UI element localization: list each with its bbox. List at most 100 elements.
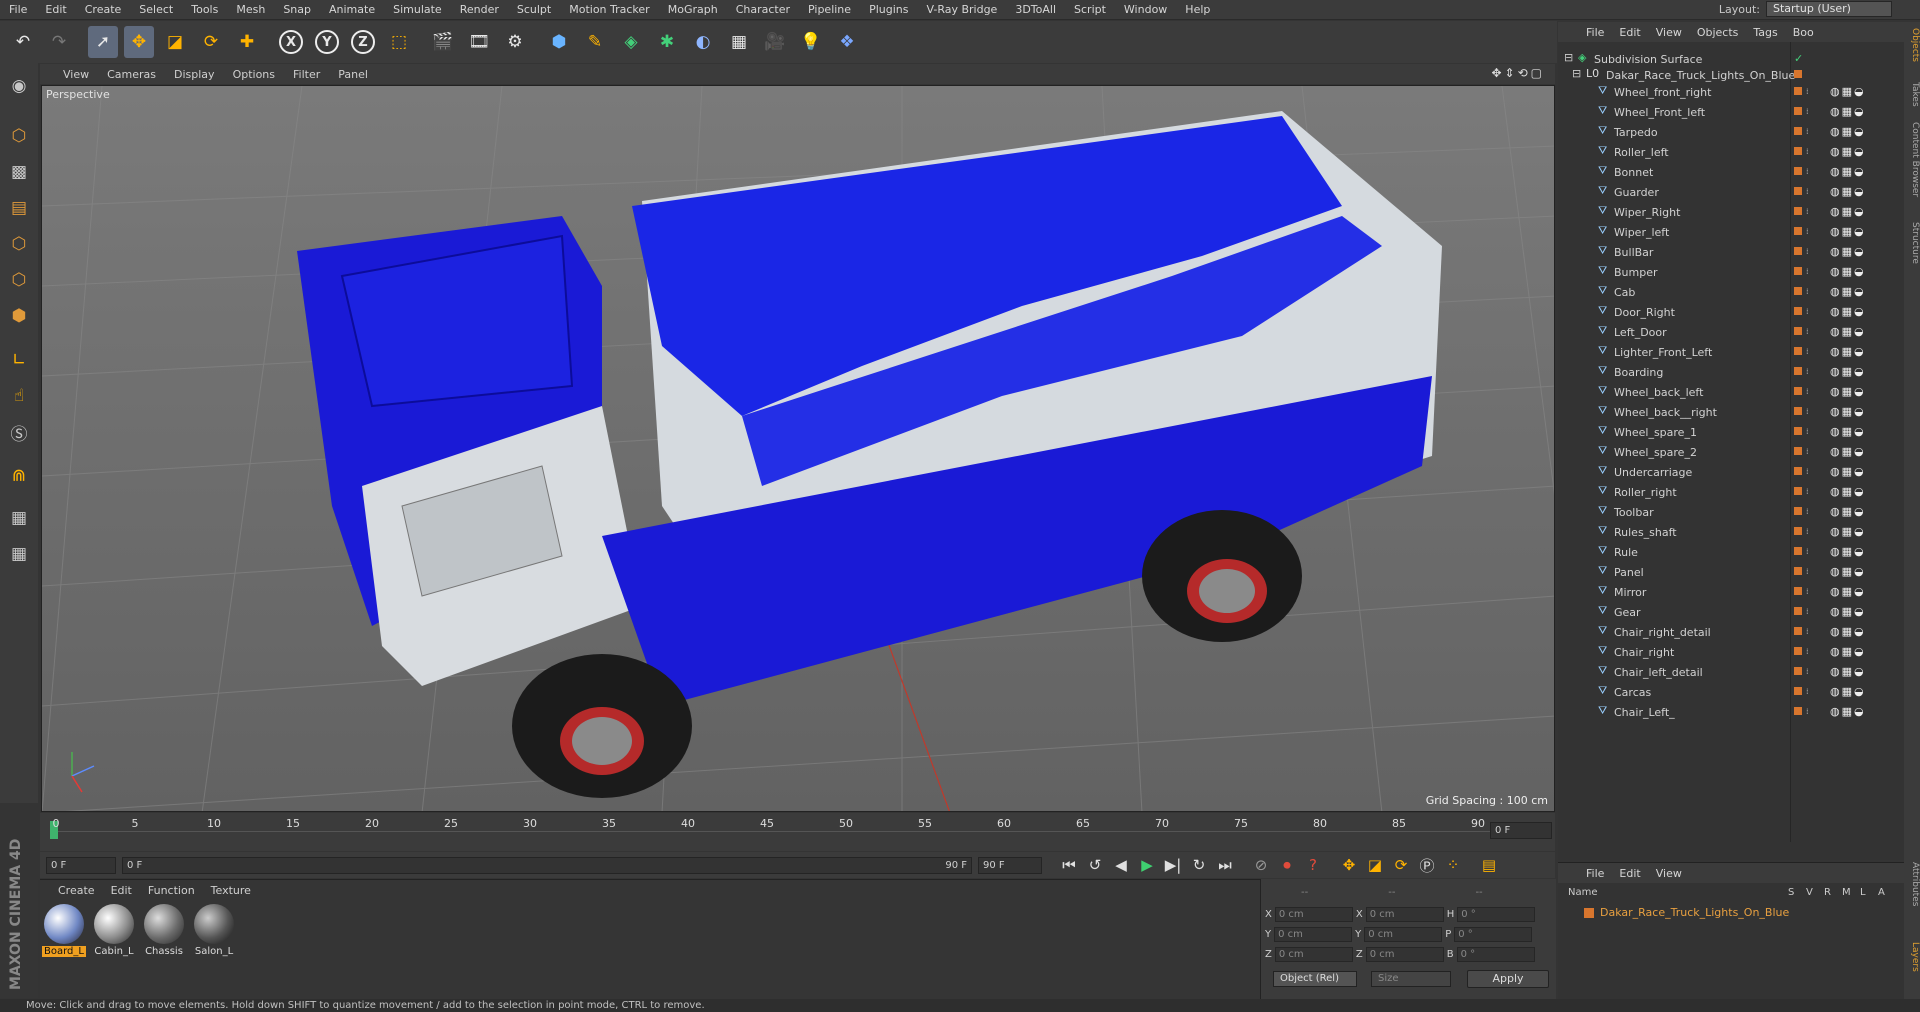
deformer-icon[interactable]: ◐ xyxy=(688,26,718,58)
next-key-icon[interactable]: ↻ xyxy=(1186,853,1212,877)
layout-dropdown[interactable]: Startup (User) xyxy=(1766,1,1892,17)
visibility-dots-icon[interactable]: ⁞ xyxy=(1806,227,1809,236)
object-row[interactable]: ⛛ Toolbar ⁞ ◍▦◒ xyxy=(1558,502,1904,522)
object-row[interactable]: ⛛ Bumper ⁞ ◍▦◒ xyxy=(1558,262,1904,282)
visibility-dots-icon[interactable]: ⁞ xyxy=(1806,187,1809,196)
make-editable-icon[interactable]: ◉ xyxy=(4,71,34,101)
material-tags-icon[interactable]: ◍▦◒ xyxy=(1830,105,1888,119)
object-row[interactable]: ⛛ Roller_right ⁞ ◍▦◒ xyxy=(1558,482,1904,502)
cloner-icon[interactable]: ✱ xyxy=(652,26,682,58)
x-axis-lock-button[interactable]: X xyxy=(276,26,306,58)
menu-item-edit[interactable]: Edit xyxy=(36,3,75,16)
visibility-dots-icon[interactable]: ⁞ xyxy=(1806,87,1809,96)
timeline[interactable]: 0 5 10 15 20 25 30 35 40 45 50 55 60 65 70 75 80 85 90 xyxy=(40,813,1555,851)
render-settings-icon[interactable]: ⚙ xyxy=(500,26,530,58)
layer-color-icon[interactable] xyxy=(1794,427,1802,435)
material-tags-icon[interactable]: ◍▦◒ xyxy=(1830,385,1888,399)
material-menu-texture[interactable]: Texture xyxy=(211,884,251,897)
layer-color-icon[interactable] xyxy=(1584,908,1594,918)
object-row[interactable]: ⛛ Cab ⁞ ◍▦◒ xyxy=(1558,282,1904,302)
material-tags-icon[interactable]: ◍▦◒ xyxy=(1830,425,1888,439)
menu-item-tools[interactable]: Tools xyxy=(182,3,227,16)
material-tags-icon[interactable]: ◍▦◒ xyxy=(1830,685,1888,699)
visibility-dots-icon[interactable]: ⁞ xyxy=(1806,447,1809,456)
object-row[interactable]: ⛛ Chair_right_detail ⁞ ◍▦◒ xyxy=(1558,622,1904,642)
tab-layers[interactable]: Layers xyxy=(1904,942,1920,972)
layer-color-icon[interactable] xyxy=(1794,407,1802,415)
size-y-field[interactable]: 0 cm xyxy=(1364,927,1443,942)
layer-color-icon[interactable] xyxy=(1794,467,1802,475)
objects-menu-view[interactable]: View xyxy=(1656,26,1682,39)
floor-icon[interactable]: ▦ xyxy=(724,26,754,58)
points-mode-icon[interactable]: ⬡ xyxy=(4,229,34,259)
layer-color-icon[interactable] xyxy=(1794,387,1802,395)
object-row[interactable]: ⛛ Wheel_spare_2 ⁞ ◍▦◒ xyxy=(1558,442,1904,462)
layers-menu-view[interactable]: View xyxy=(1656,867,1682,880)
autokey-icon[interactable]: ⏺ xyxy=(1274,853,1300,877)
layer-color-icon[interactable] xyxy=(1794,247,1802,255)
object-row[interactable]: ⛛ Door_Right ⁞ ◍▦◒ xyxy=(1558,302,1904,322)
visibility-dots-icon[interactable]: ⁞ xyxy=(1806,487,1809,496)
material-tags-icon[interactable]: ◍▦◒ xyxy=(1830,505,1888,519)
menu-item-select[interactable]: Select xyxy=(130,3,182,16)
layer-color-icon[interactable] xyxy=(1794,547,1802,555)
visibility-dots-icon[interactable]: ⁞ xyxy=(1806,567,1809,576)
object-row[interactable]: ⛛ Boarding ⁞ ◍▦◒ xyxy=(1558,362,1904,382)
menu-item-plugins[interactable]: Plugins xyxy=(860,3,917,16)
size-z-field[interactable]: 0 cm xyxy=(1365,947,1444,962)
layer-color-icon[interactable] xyxy=(1794,667,1802,675)
rotation-key-icon[interactable]: ⟳ xyxy=(1388,853,1414,877)
visibility-dots-icon[interactable]: ⁞ xyxy=(1806,307,1809,316)
object-row[interactable]: ⛛ Chair_left_detail ⁞ ◍▦◒ xyxy=(1558,662,1904,682)
layer-color-icon[interactable] xyxy=(1794,307,1802,315)
object-row[interactable]: ⛛ Wheel_spare_1 ⁞ ◍▦◒ xyxy=(1558,422,1904,442)
object-row[interactable]: ⛛ Wheel_back_left ⁞ ◍▦◒ xyxy=(1558,382,1904,402)
object-row[interactable]: ⛛ Roller_left ⁞ ◍▦◒ xyxy=(1558,142,1904,162)
object-row[interactable]: ⛛ Rule ⁞ ◍▦◒ xyxy=(1558,542,1904,562)
layer-color-icon[interactable] xyxy=(1794,567,1802,575)
viewport-menu-options[interactable]: Options xyxy=(224,68,284,81)
menu-item-3dtoall[interactable]: 3DToAll xyxy=(1006,3,1065,16)
menu-item-motion-tracker[interactable]: Motion Tracker xyxy=(560,3,658,16)
next-frame-icon[interactable]: ▶| xyxy=(1160,853,1186,877)
polygons-mode-icon[interactable]: ⬢ xyxy=(4,301,34,331)
rotate-tool-icon[interactable]: ⟳ xyxy=(196,26,226,58)
viewport-menu-view[interactable]: View xyxy=(54,68,98,81)
coordinate-mode-dropdown[interactable]: Object (Rel) xyxy=(1273,971,1357,987)
go-to-start-icon[interactable]: ⏮ xyxy=(1056,853,1082,877)
visibility-dots-icon[interactable]: ⁞ xyxy=(1806,387,1809,396)
menu-item-file[interactable]: File xyxy=(0,3,36,16)
point-level-icon[interactable]: ⁘ xyxy=(1440,853,1466,877)
layer-color-icon[interactable] xyxy=(1794,367,1802,375)
material-tags-icon[interactable]: ◍▦◒ xyxy=(1830,265,1888,279)
object-row[interactable]: ⛛ Wiper_Right ⁞ ◍▦◒ xyxy=(1558,202,1904,222)
render-picture-viewer-icon[interactable]: 🎞 xyxy=(464,26,494,58)
menu-item-mograph[interactable]: MoGraph xyxy=(659,3,727,16)
model-mode-icon[interactable]: ⬡ xyxy=(4,121,34,151)
visibility-dots-icon[interactable]: ⁞ xyxy=(1806,347,1809,356)
object-row[interactable]: ⛛ Left_Door ⁞ ◍▦◒ xyxy=(1558,322,1904,342)
menu-item-sculpt[interactable]: Sculpt xyxy=(508,3,560,16)
visibility-dots-icon[interactable]: ⁞ xyxy=(1806,247,1809,256)
visibility-dots-icon[interactable]: ⁞ xyxy=(1806,107,1809,116)
timeline-window-icon[interactable]: ▤ xyxy=(1476,853,1502,877)
layers-menu-file[interactable]: File xyxy=(1586,867,1604,880)
rotation-p-field[interactable]: 0 ° xyxy=(1454,927,1533,942)
visibility-dots-icon[interactable]: ⁞ xyxy=(1806,467,1809,476)
material-tags-icon[interactable]: ◍▦◒ xyxy=(1830,625,1888,639)
material-tags-icon[interactable]: ◍▦◒ xyxy=(1830,485,1888,499)
material-tags-icon[interactable]: ◍▦◒ xyxy=(1830,305,1888,319)
viewport-navigation-icons[interactable]: ✥⇕⟲▢ xyxy=(1491,66,1545,80)
material-tags-icon[interactable]: ◍▦◒ xyxy=(1830,125,1888,139)
tab-attributes[interactable]: Attributes xyxy=(1904,862,1920,906)
objects-menu-file[interactable]: File xyxy=(1586,26,1604,39)
visibility-dots-icon[interactable]: ⁞ xyxy=(1806,267,1809,276)
material-tags-icon[interactable]: ◍▦◒ xyxy=(1830,145,1888,159)
material-swatch[interactable]: Board_L xyxy=(42,904,86,957)
viewport-menu-display[interactable]: Display xyxy=(165,68,224,81)
undo-icon[interactable]: ↶ xyxy=(8,26,38,58)
layer-row[interactable]: Dakar_Race_Truck_Lights_On_Blue xyxy=(1558,905,1904,921)
move-tool-icon[interactable]: ✥ xyxy=(124,26,154,58)
visibility-dots-icon[interactable]: ⁞ xyxy=(1806,647,1809,656)
edges-mode-icon[interactable]: ⬡ xyxy=(4,265,34,295)
